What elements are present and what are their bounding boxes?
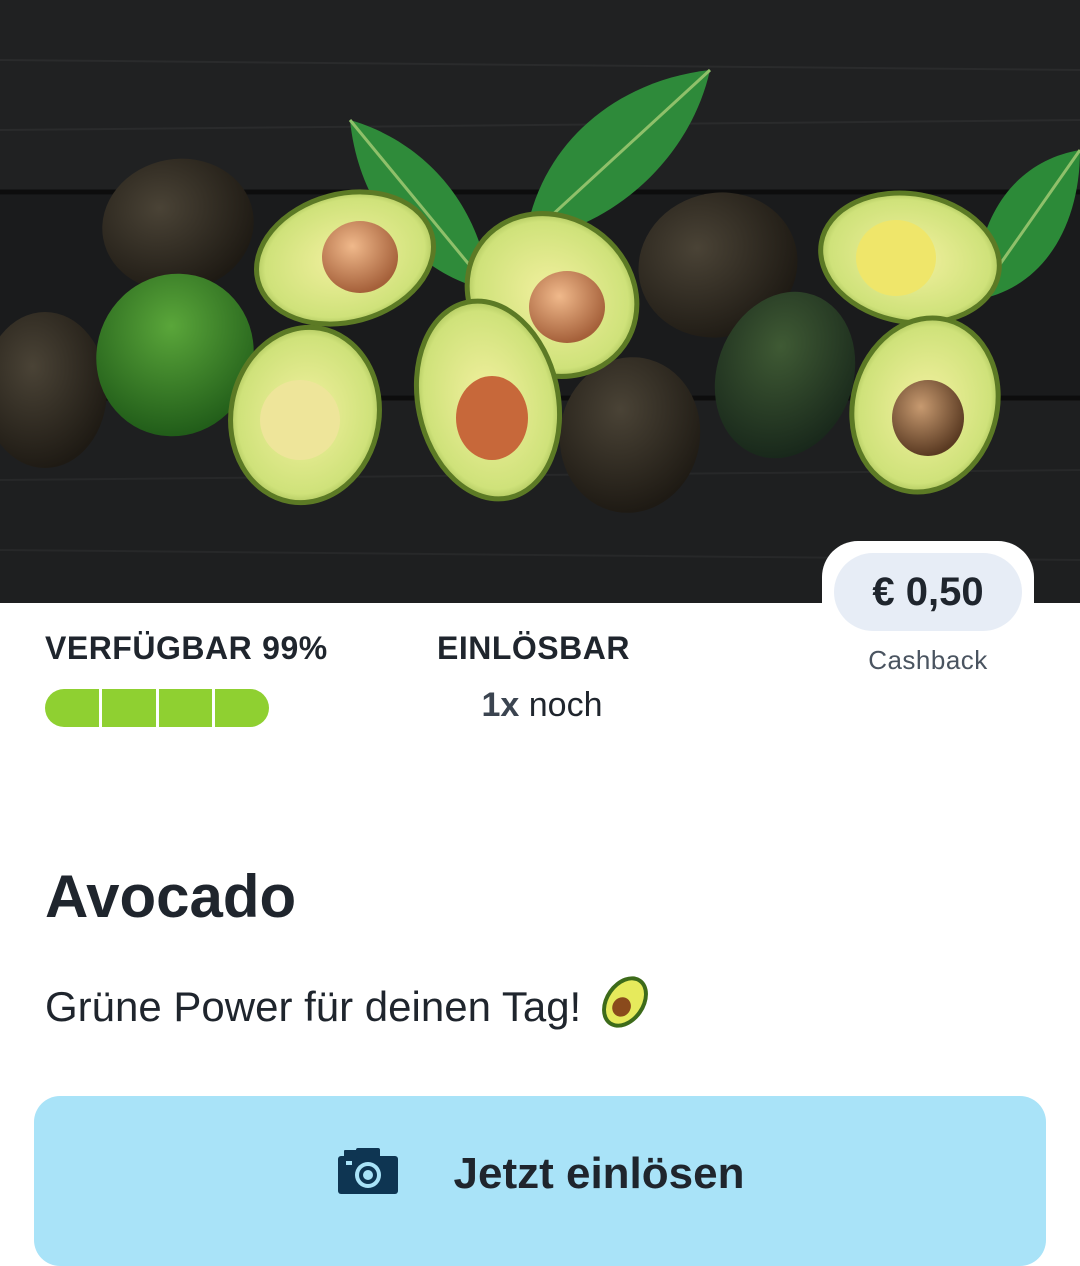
offer-image (0, 0, 1080, 603)
redeem-now-label: Jetzt einlösen (453, 1148, 745, 1198)
redeemable-count-number: 1x (481, 686, 520, 724)
offer-description-text: Grüne Power für deinen Tag! (45, 983, 582, 1030)
availability-progress-bar (45, 689, 269, 727)
progress-segment (101, 689, 156, 727)
progress-segment (45, 689, 99, 727)
availability-percent: 99% (262, 630, 328, 666)
offer-description: Grüne Power für deinen Tag! (45, 972, 655, 1042)
avocado-photo-icon (0, 0, 1080, 603)
offer-title: Avocado (45, 863, 297, 930)
redeemable-count: 1x noch (437, 686, 647, 725)
camera-icon (336, 1146, 400, 1201)
cashback-label: Cashback (868, 645, 988, 675)
progress-segment (215, 689, 269, 727)
redeemable-label: EINLÖSBAR (437, 630, 630, 666)
cashback-price-badge: € 0,50 (834, 553, 1022, 631)
redeem-now-button[interactable]: Jetzt einlösen (34, 1096, 1046, 1266)
progress-segment (158, 689, 213, 727)
availability-title: VERFÜGBAR (45, 630, 253, 666)
avocado-emoji-icon (595, 972, 655, 1042)
availability-label: VERFÜGBAR 99% (45, 630, 328, 667)
redeemable-count-suffix: noch (528, 686, 603, 724)
